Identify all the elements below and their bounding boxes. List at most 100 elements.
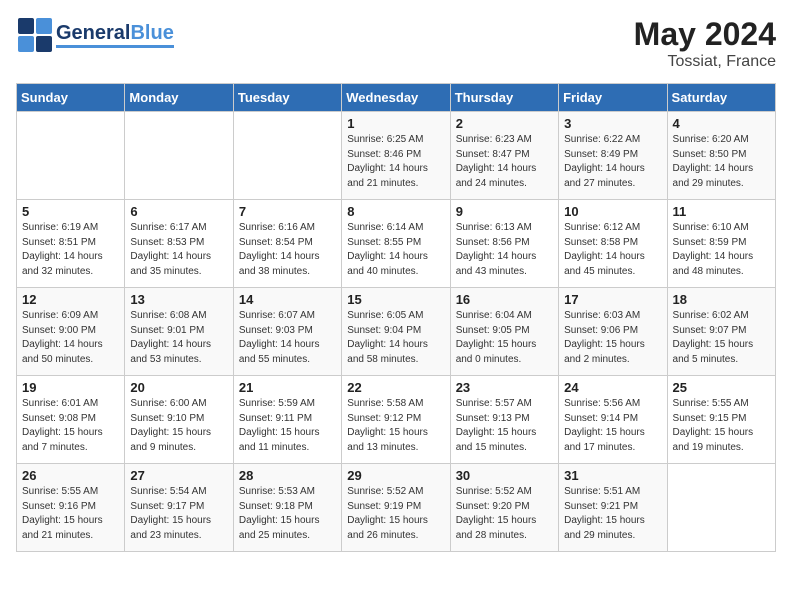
- day-number: 7: [239, 204, 336, 219]
- day-header-sunday: Sunday: [17, 84, 125, 112]
- calendar-cell: [667, 464, 775, 552]
- calendar-cell: 12 Sunrise: 6:09 AM Sunset: 9:00 PM Dayli…: [17, 288, 125, 376]
- calendar-cell: 27Sunrise: 5:54 AM Sunset: 9:17 PM Dayli…: [125, 464, 233, 552]
- day-info: Sunrise: 5:52 AM Sunset: 9:20 PM Dayligh…: [456, 485, 553, 543]
- day-number: 25: [673, 380, 770, 395]
- day-number: 12: [22, 292, 119, 307]
- day-info: Sunrise: 5:58 AM Sunset: 9:12 PM Dayligh…: [347, 397, 444, 455]
- day-header-wednesday: Wednesday: [342, 84, 450, 112]
- calendar-cell: 3 Sunrise: 6:22 AM Sunset: 8:49 PM Daylig…: [559, 112, 667, 200]
- day-number: 24: [564, 380, 661, 395]
- day-number: 30: [456, 468, 553, 483]
- calendar-cell: 26 Sunrise: 5:55 AM Sunset: 9:16 PM Dayli…: [17, 464, 125, 552]
- calendar-cell: 28 Sunrise: 5:53 AM Sunset: 9:18 PM Dayli…: [233, 464, 341, 552]
- calendar-cell: 24 Sunrise: 5:56 AM Sunset: 9:14 PM Dayli…: [559, 376, 667, 464]
- calendar-cell: [17, 112, 125, 200]
- day-info: Sunrise: 6:14 AM Sunset: 8:55 PM Dayligh…: [347, 221, 444, 279]
- calendar-cell: 4Sunrise: 6:20 AM Sunset: 8:50 PM Daylig…: [667, 112, 775, 200]
- calendar-cell: 30 Sunrise: 5:52 AM Sunset: 9:20 PM Dayli…: [450, 464, 558, 552]
- calendar-cell: 23 Sunrise: 5:57 AM Sunset: 9:13 PM Dayli…: [450, 376, 558, 464]
- day-info: Sunrise: 6:01 AM Sunset: 9:08 PM Dayligh…: [22, 397, 119, 455]
- calendar-cell: 21 Sunrise: 5:59 AM Sunset: 9:11 PM Dayli…: [233, 376, 341, 464]
- day-number: 26: [22, 468, 119, 483]
- day-number: 19: [22, 380, 119, 395]
- calendar-cell: 7Sunrise: 6:16 AM Sunset: 8:54 PM Daylig…: [233, 200, 341, 288]
- calendar-week-row: 1Sunrise: 6:25 AM Sunset: 8:46 PM Daylig…: [17, 112, 776, 200]
- calendar-cell: 25Sunrise: 5:55 AM Sunset: 9:15 PM Dayli…: [667, 376, 775, 464]
- day-number: 9: [456, 204, 553, 219]
- day-number: 1: [347, 116, 444, 131]
- calendar-cell: 14 Sunrise: 6:07 AM Sunset: 9:03 PM Dayli…: [233, 288, 341, 376]
- day-number: 21: [239, 380, 336, 395]
- calendar-cell: 2Sunrise: 6:23 AM Sunset: 8:47 PM Daylig…: [450, 112, 558, 200]
- day-number: 29: [347, 468, 444, 483]
- day-info: Sunrise: 6:03 AM Sunset: 9:06 PM Dayligh…: [564, 309, 661, 367]
- day-info: Sunrise: 5:53 AM Sunset: 9:18 PM Dayligh…: [239, 485, 336, 543]
- day-number: 11: [673, 204, 770, 219]
- logo-icon: [16, 16, 54, 54]
- day-info: Sunrise: 6:22 AM Sunset: 8:49 PM Dayligh…: [564, 133, 661, 191]
- calendar-week-row: 12 Sunrise: 6:09 AM Sunset: 9:00 PM Dayli…: [17, 288, 776, 376]
- day-number: 16: [456, 292, 553, 307]
- page-header: GeneralBlue May 2024 Tossiat, France: [16, 16, 776, 71]
- logo-general: General: [56, 22, 130, 44]
- location: Tossiat, France: [634, 53, 776, 71]
- day-info: Sunrise: 5:51 AM Sunset: 9:21 PM Dayligh…: [564, 485, 661, 543]
- day-number: 6: [130, 204, 227, 219]
- calendar-cell: 6 Sunrise: 6:17 AM Sunset: 8:53 PM Daylig…: [125, 200, 233, 288]
- day-number: 4: [673, 116, 770, 131]
- day-info: Sunrise: 5:56 AM Sunset: 9:14 PM Dayligh…: [564, 397, 661, 455]
- day-number: 28: [239, 468, 336, 483]
- calendar-cell: 5Sunrise: 6:19 AM Sunset: 8:51 PM Daylig…: [17, 200, 125, 288]
- calendar-cell: 8 Sunrise: 6:14 AM Sunset: 8:55 PM Daylig…: [342, 200, 450, 288]
- calendar-week-row: 19 Sunrise: 6:01 AM Sunset: 9:08 PM Dayli…: [17, 376, 776, 464]
- calendar-cell: 17 Sunrise: 6:03 AM Sunset: 9:06 PM Dayli…: [559, 288, 667, 376]
- calendar-cell: 20Sunrise: 6:00 AM Sunset: 9:10 PM Dayli…: [125, 376, 233, 464]
- day-info: Sunrise: 6:23 AM Sunset: 8:47 PM Dayligh…: [456, 133, 553, 191]
- day-number: 15: [347, 292, 444, 307]
- title-block: May 2024 Tossiat, France: [634, 16, 776, 71]
- day-info: Sunrise: 6:13 AM Sunset: 8:56 PM Dayligh…: [456, 221, 553, 279]
- day-info: Sunrise: 6:12 AM Sunset: 8:58 PM Dayligh…: [564, 221, 661, 279]
- day-header-thursday: Thursday: [450, 84, 558, 112]
- logo-blue: Blue: [130, 22, 173, 44]
- day-header-saturday: Saturday: [667, 84, 775, 112]
- calendar-cell: 9 Sunrise: 6:13 AM Sunset: 8:56 PM Daylig…: [450, 200, 558, 288]
- calendar-table: SundayMondayTuesdayWednesdayThursdayFrid…: [16, 83, 776, 552]
- calendar-cell: 11 Sunrise: 6:10 AM Sunset: 8:59 PM Dayli…: [667, 200, 775, 288]
- day-info: Sunrise: 6:02 AM Sunset: 9:07 PM Dayligh…: [673, 309, 770, 367]
- calendar-cell: 18Sunrise: 6:02 AM Sunset: 9:07 PM Dayli…: [667, 288, 775, 376]
- day-number: 22: [347, 380, 444, 395]
- day-number: 31: [564, 468, 661, 483]
- day-info: Sunrise: 5:59 AM Sunset: 9:11 PM Dayligh…: [239, 397, 336, 455]
- day-info: Sunrise: 6:07 AM Sunset: 9:03 PM Dayligh…: [239, 309, 336, 367]
- day-info: Sunrise: 6:19 AM Sunset: 8:51 PM Dayligh…: [22, 221, 119, 279]
- day-info: Sunrise: 6:05 AM Sunset: 9:04 PM Dayligh…: [347, 309, 444, 367]
- day-number: 17: [564, 292, 661, 307]
- day-number: 23: [456, 380, 553, 395]
- day-info: Sunrise: 6:09 AM Sunset: 9:00 PM Dayligh…: [22, 309, 119, 367]
- day-header-friday: Friday: [559, 84, 667, 112]
- calendar-cell: 13 Sunrise: 6:08 AM Sunset: 9:01 PM Dayli…: [125, 288, 233, 376]
- day-info: Sunrise: 6:08 AM Sunset: 9:01 PM Dayligh…: [130, 309, 227, 367]
- calendar-week-row: 5Sunrise: 6:19 AM Sunset: 8:51 PM Daylig…: [17, 200, 776, 288]
- calendar-header-row: SundayMondayTuesdayWednesdayThursdayFrid…: [17, 84, 776, 112]
- day-number: 10: [564, 204, 661, 219]
- calendar-cell: 29Sunrise: 5:52 AM Sunset: 9:19 PM Dayli…: [342, 464, 450, 552]
- day-number: 14: [239, 292, 336, 307]
- calendar-cell: [233, 112, 341, 200]
- day-info: Sunrise: 6:04 AM Sunset: 9:05 PM Dayligh…: [456, 309, 553, 367]
- day-number: 3: [564, 116, 661, 131]
- day-number: 13: [130, 292, 227, 307]
- day-info: Sunrise: 5:54 AM Sunset: 9:17 PM Dayligh…: [130, 485, 227, 543]
- calendar-cell: 15 Sunrise: 6:05 AM Sunset: 9:04 PM Dayli…: [342, 288, 450, 376]
- day-info: Sunrise: 6:00 AM Sunset: 9:10 PM Dayligh…: [130, 397, 227, 455]
- calendar-cell: 19 Sunrise: 6:01 AM Sunset: 9:08 PM Dayli…: [17, 376, 125, 464]
- day-info: Sunrise: 5:55 AM Sunset: 9:16 PM Dayligh…: [22, 485, 119, 543]
- calendar-week-row: 26 Sunrise: 5:55 AM Sunset: 9:16 PM Dayli…: [17, 464, 776, 552]
- day-info: Sunrise: 6:17 AM Sunset: 8:53 PM Dayligh…: [130, 221, 227, 279]
- day-info: Sunrise: 5:57 AM Sunset: 9:13 PM Dayligh…: [456, 397, 553, 455]
- calendar-cell: 16 Sunrise: 6:04 AM Sunset: 9:05 PM Dayli…: [450, 288, 558, 376]
- day-number: 8: [347, 204, 444, 219]
- day-info: Sunrise: 6:10 AM Sunset: 8:59 PM Dayligh…: [673, 221, 770, 279]
